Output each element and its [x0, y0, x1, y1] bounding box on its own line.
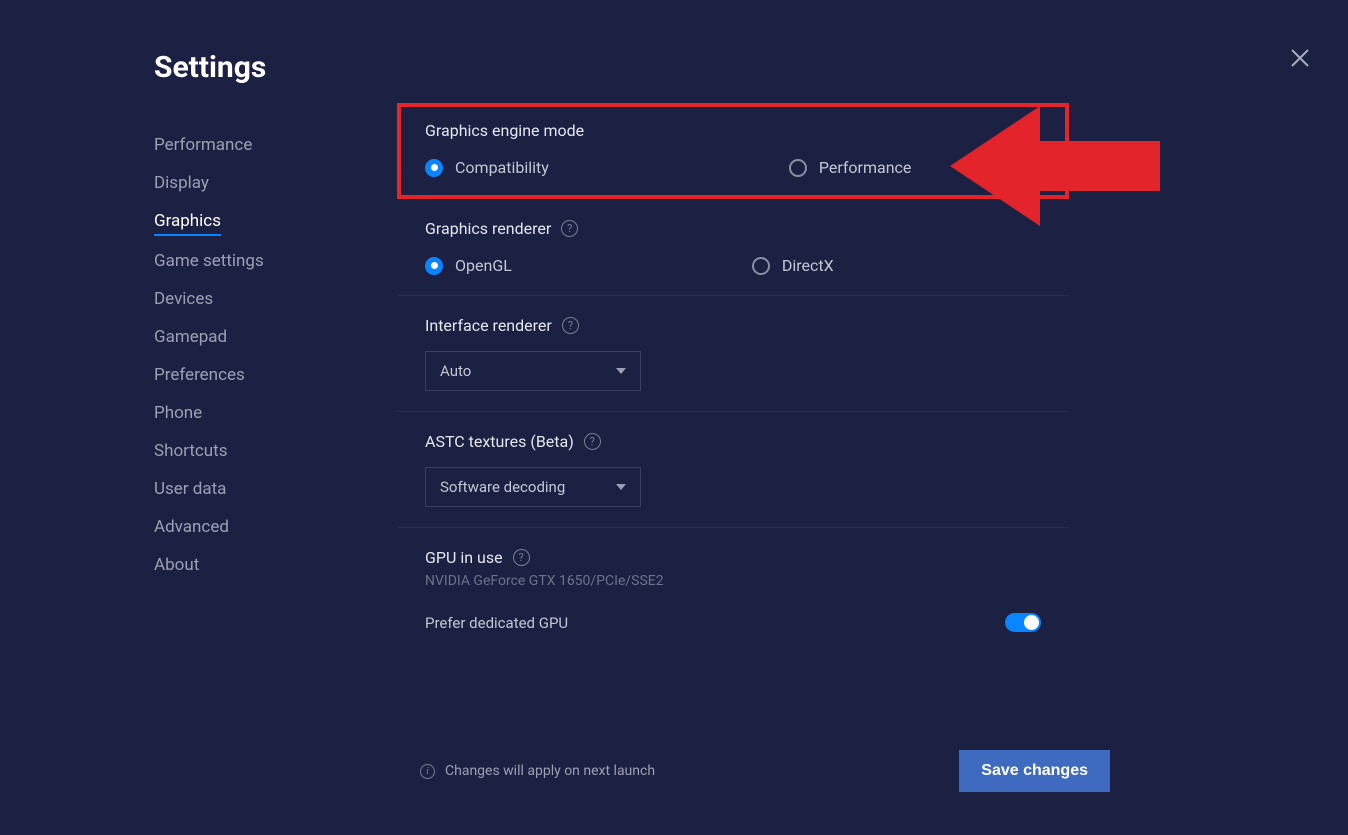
radio-icon — [425, 257, 443, 275]
sidebar-item-devices[interactable]: Devices — [154, 280, 354, 318]
footer: i Changes will apply on next launch Save… — [420, 750, 1110, 792]
footer-note-text: Changes will apply on next launch — [445, 763, 655, 779]
section-graphics-renderer: Graphics renderer ? OpenGL DirectX — [397, 199, 1069, 296]
footer-note: i Changes will apply on next launch — [420, 763, 655, 779]
sidebar-item-user-data[interactable]: User data — [154, 470, 354, 508]
radio-label: Performance — [819, 158, 912, 177]
content-pane: Graphics engine mode Compatibility Perfo… — [397, 103, 1069, 652]
chevron-down-icon — [616, 368, 626, 374]
radio-directx[interactable]: DirectX — [752, 256, 834, 275]
gpu-title-text: GPU in use — [425, 548, 503, 567]
sidebar-item-gamepad[interactable]: Gamepad — [154, 318, 354, 356]
select-value: Software decoding — [440, 478, 565, 496]
sidebar: Performance Display Graphics Game settin… — [154, 126, 354, 584]
radio-icon — [752, 257, 770, 275]
radio-label: Compatibility — [455, 158, 549, 177]
radio-label: OpenGL — [455, 256, 512, 275]
renderer-title-text: Graphics renderer — [425, 219, 551, 238]
sidebar-item-advanced[interactable]: Advanced — [154, 508, 354, 546]
help-icon[interactable]: ? — [561, 220, 578, 237]
prefer-gpu-toggle[interactable] — [1005, 613, 1041, 632]
sidebar-item-about[interactable]: About — [154, 546, 354, 584]
sidebar-item-graphics[interactable]: Graphics — [154, 202, 221, 236]
sidebar-item-phone[interactable]: Phone — [154, 394, 354, 432]
save-changes-button[interactable]: Save changes — [959, 750, 1110, 792]
help-icon[interactable]: ? — [513, 549, 530, 566]
close-button[interactable] — [1290, 48, 1310, 72]
section-astc: ASTC textures (Beta) ? Software decoding — [397, 412, 1069, 528]
radio-icon — [425, 159, 443, 177]
renderer-title: Graphics renderer ? — [425, 219, 1041, 238]
prefer-gpu-label: Prefer dedicated GPU — [425, 614, 568, 632]
radio-label: DirectX — [782, 256, 834, 275]
astc-select[interactable]: Software decoding — [425, 467, 641, 507]
info-icon: i — [420, 764, 435, 779]
help-icon[interactable]: ? — [562, 317, 579, 334]
sidebar-item-game-settings[interactable]: Game settings — [154, 242, 354, 280]
radio-compatibility[interactable]: Compatibility — [425, 158, 549, 177]
close-icon — [1290, 48, 1310, 68]
interface-renderer-title: Interface renderer ? — [425, 316, 1041, 335]
radio-icon — [789, 159, 807, 177]
interface-renderer-title-text: Interface renderer — [425, 316, 552, 335]
astc-title-text: ASTC textures (Beta) — [425, 432, 574, 451]
interface-renderer-select[interactable]: Auto — [425, 351, 641, 391]
gpu-title: GPU in use ? — [425, 548, 1041, 567]
gpu-value: NVIDIA GeForce GTX 1650/PCIe/SSE2 — [425, 573, 1041, 589]
help-icon[interactable]: ? — [584, 433, 601, 450]
sidebar-item-performance[interactable]: Performance — [154, 126, 354, 164]
sidebar-item-shortcuts[interactable]: Shortcuts — [154, 432, 354, 470]
sidebar-item-display[interactable]: Display — [154, 164, 354, 202]
select-value: Auto — [440, 362, 471, 380]
page-title: Settings — [154, 50, 266, 85]
section-interface-renderer: Interface renderer ? Auto — [397, 296, 1069, 412]
chevron-down-icon — [616, 484, 626, 490]
radio-performance[interactable]: Performance — [789, 158, 912, 177]
sidebar-item-preferences[interactable]: Preferences — [154, 356, 354, 394]
astc-title: ASTC textures (Beta) ? — [425, 432, 1041, 451]
highlight-annotation: Graphics engine mode Compatibility Perfo… — [397, 103, 1069, 199]
engine-mode-title: Graphics engine mode — [425, 121, 1041, 140]
section-gpu: GPU in use ? NVIDIA GeForce GTX 1650/PCI… — [397, 528, 1069, 652]
radio-opengl[interactable]: OpenGL — [425, 256, 512, 275]
